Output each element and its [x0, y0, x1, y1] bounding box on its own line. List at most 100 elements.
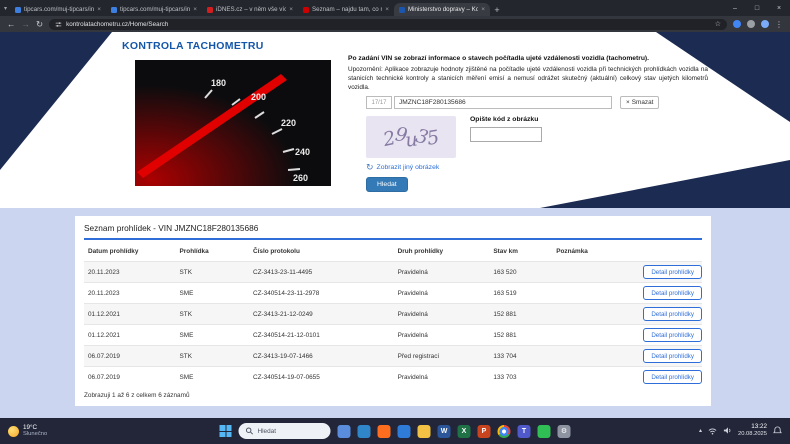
teams-icon[interactable]: T — [518, 425, 531, 438]
excel-icon[interactable]: X — [458, 425, 471, 438]
new-tab-button[interactable]: + — [490, 3, 504, 16]
col-km: Stav km — [489, 242, 552, 262]
weather-sun-icon — [8, 426, 19, 437]
tab-title: tipcars.com/muj-tipcars/inzer... — [24, 6, 94, 13]
address-bar[interactable]: kontrolatachometru.cz/Home/Search ☆ — [49, 19, 727, 30]
detail-button[interactable]: Detail prohlídky — [643, 265, 702, 279]
explorer-icon[interactable] — [418, 425, 431, 438]
intro-text: Po zadání VIN se zobrazí informace o sta… — [348, 54, 708, 63]
browser-tab[interactable]: iDNES.cz – v něm vše víc × — [202, 3, 298, 16]
cell-station-type: STK — [176, 262, 249, 283]
table-row: 20.11.2023 SME CZ-340514-23-11-2978 Prav… — [84, 283, 702, 304]
captcha-input[interactable] — [470, 127, 542, 142]
tray-chevron-icon[interactable]: ▴ — [699, 427, 702, 434]
detail-button[interactable]: Detail prohlídky — [643, 286, 702, 300]
whatsapp-icon[interactable] — [538, 425, 551, 438]
windows-start-button[interactable] — [220, 425, 232, 437]
task-view-icon[interactable] — [338, 425, 351, 438]
tab-close-icon[interactable]: × — [481, 6, 485, 13]
browser-menu-icon[interactable]: ⋮ — [775, 20, 783, 29]
results-section: Seznam prohlídek - VIN JMZNC18F280135686… — [0, 208, 790, 418]
refresh-captcha-link[interactable]: ↻ Zobrazit jiný obrázek — [366, 163, 439, 172]
tab-title: Ministerstvo dopravy – Kontro... — [408, 6, 478, 13]
browser-tab[interactable]: tipcars.com/muj-tipcars/inzer... × — [10, 3, 106, 16]
close-button[interactable]: × — [768, 0, 790, 16]
back-icon[interactable]: ← — [7, 20, 16, 29]
table-row: 06.07.2019 SME CZ-340514-19-07-0655 Prav… — [84, 367, 702, 388]
cell-date: 01.12.2021 — [84, 304, 176, 325]
browser-tab[interactable]: Ministerstvo dopravy – Kontro... × — [394, 3, 490, 16]
chrome-icon[interactable] — [498, 425, 511, 438]
cell-inspection-type: Pravidelná — [394, 262, 490, 283]
weather-temperature: 19°C — [23, 424, 47, 432]
system-tray: ▴ 13:22 20.08.2025 — [699, 423, 782, 439]
table-header-row: Datum prohlídky Prohlídka Číslo protokol… — [84, 242, 702, 262]
cell-station-type: SME — [176, 367, 249, 388]
browser-toolbar: ← → ↻ kontrolatachometru.cz/Home/Search … — [0, 16, 790, 32]
cell-odometer: 133 704 — [489, 346, 552, 367]
edge-icon[interactable] — [358, 425, 371, 438]
detail-button[interactable]: Detail prohlídky — [643, 370, 702, 384]
tab-close-icon[interactable]: × — [193, 6, 197, 13]
detail-button[interactable]: Detail prohlídky — [643, 328, 702, 342]
page-header: KONTROLA TACHOMETRU 180 200 220 240 260 … — [0, 32, 790, 208]
profile-avatar[interactable] — [761, 20, 769, 28]
clear-label: Smazat — [632, 99, 654, 106]
taskbar-apps: WXP T ⚙ — [338, 425, 571, 438]
firefox-icon[interactable] — [378, 425, 391, 438]
col-actions — [639, 242, 702, 262]
notification-bell-icon[interactable] — [773, 426, 782, 435]
extension-icon[interactable] — [733, 20, 741, 28]
url-text[interactable]: kontrolatachometru.cz/Home/Search — [66, 21, 711, 28]
cell-protocol-number: CZ-3413-21-12-0249 — [249, 304, 394, 325]
search-button[interactable]: Hledat — [366, 177, 408, 192]
reload-icon[interactable]: ↻ — [36, 20, 43, 29]
svg-text:220: 220 — [281, 118, 296, 128]
tachometer-image: 180 200 220 240 260 — [135, 60, 331, 186]
mail-icon[interactable] — [398, 425, 411, 438]
cell-odometer: 163 520 — [489, 262, 552, 283]
taskbar-search[interactable]: Hledat — [239, 423, 331, 439]
cell-station-type: SME — [176, 283, 249, 304]
intro-block: Po zadání VIN se zobrazí informace o sta… — [348, 54, 708, 93]
site-settings-icon[interactable] — [55, 21, 62, 28]
settings-icon[interactable]: ⚙ — [558, 425, 571, 438]
search-icon — [246, 427, 254, 435]
minimize-button[interactable]: – — [724, 0, 746, 16]
cell-odometer: 152 881 — [489, 304, 552, 325]
refresh-icon: ↻ — [366, 163, 374, 172]
browser-tab[interactable]: tipcars.com/muj-tipcars/inzer... × — [106, 3, 202, 16]
bookmark-star-icon[interactable]: ☆ — [715, 20, 721, 28]
results-card: Seznam prohlídek - VIN JMZNC18F280135686… — [75, 216, 711, 406]
clear-x-icon: × — [626, 99, 630, 106]
cell-date: 06.07.2019 — [84, 367, 176, 388]
tab-close-icon[interactable]: × — [385, 6, 389, 13]
wifi-icon[interactable] — [708, 426, 717, 435]
extensions-puzzle-icon[interactable] — [747, 20, 755, 28]
tab-close-icon[interactable]: × — [97, 6, 101, 13]
vin-input[interactable] — [394, 96, 612, 109]
maximize-button[interactable]: □ — [746, 0, 768, 16]
taskbar-clock[interactable]: 13:22 20.08.2025 — [738, 423, 767, 439]
tab-search-icon[interactable]: ▾ — [4, 5, 7, 12]
forward-icon[interactable]: → — [22, 20, 31, 29]
volume-icon[interactable] — [723, 426, 732, 435]
cell-protocol-number: CZ-340514-21-12-0101 — [249, 325, 394, 346]
detail-button[interactable]: Detail prohlídky — [643, 307, 702, 321]
windows-taskbar: 19°C Slunečno Hledat WXP T ⚙ ▴ 13:22 20.08… — [0, 418, 790, 444]
word-icon[interactable]: W — [438, 425, 451, 438]
weather-widget[interactable]: 19°C Slunečno — [8, 424, 47, 439]
cell-protocol-number: CZ-340514-23-11-2978 — [249, 283, 394, 304]
clear-vin-button[interactable]: ×Smazat — [620, 96, 659, 109]
tab-favicon — [207, 7, 213, 13]
cell-inspection-type: Pravidelná — [394, 304, 490, 325]
cell-inspection-type: Pravidelná — [394, 367, 490, 388]
tab-title: iDNES.cz – v něm vše víc — [216, 6, 286, 13]
browser-tab[interactable]: Seznam – najdu tam, co nezn... × — [298, 3, 394, 16]
cell-odometer: 152 881 — [489, 325, 552, 346]
heading-divider — [84, 238, 702, 240]
powerpoint-icon[interactable]: P — [478, 425, 491, 438]
vin-row: 17/17 ×Smazat — [366, 96, 659, 109]
tab-close-icon[interactable]: × — [289, 6, 293, 13]
detail-button[interactable]: Detail prohlídky — [643, 349, 702, 363]
